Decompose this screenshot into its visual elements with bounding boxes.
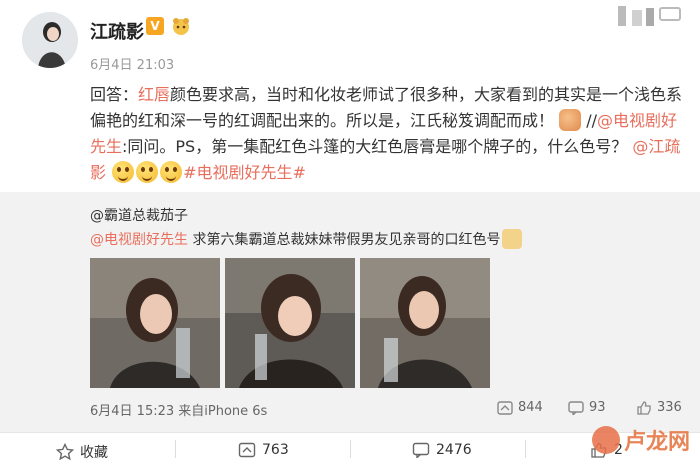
repost-icon — [238, 442, 256, 458]
post-text-question: :同问。PS，第一集配红色斗篷的大红色唇膏是哪个牌子的，什么色号？ — [122, 137, 628, 156]
repost-count: 763 — [262, 442, 289, 458]
smile-emoji-icon — [160, 161, 183, 183]
watermark: 卢龙网 — [591, 424, 690, 456]
quoted-like-count: 336 — [657, 400, 682, 415]
fan-badge-icon — [170, 15, 192, 37]
topic-link-red-lips[interactable]: 红唇 — [138, 85, 170, 104]
comment-icon — [412, 442, 430, 458]
quoted-comment-button[interactable]: 93 — [568, 400, 606, 415]
comment-count: 2476 — [436, 442, 472, 458]
post-text-separator: // — [581, 111, 597, 130]
repost-button[interactable]: 763 — [238, 442, 289, 458]
quoted-repost-count: 844 — [518, 400, 543, 415]
quoted-like-button[interactable]: 336 — [636, 400, 682, 415]
verified-icon: V — [146, 17, 164, 35]
favorite-label: 收藏 — [80, 445, 108, 461]
post-time[interactable]: 6月4日 21:03 — [90, 54, 174, 73]
doge-emoji-icon — [502, 229, 523, 249]
smile-emoji-icon — [136, 161, 159, 183]
hashtag-link[interactable]: #电视剧好先生# — [183, 163, 306, 182]
watermark-text: 卢龙网 — [623, 430, 690, 455]
post-text-answer-label: 回答： — [90, 85, 139, 104]
quoted-comment-count: 93 — [589, 400, 606, 415]
quoted-photo-3[interactable] — [360, 258, 490, 388]
quoted-photo-1[interactable] — [90, 258, 220, 388]
post-text: 回答：红唇颜色要求高，当时和化妆老师试了很多种，大家看到的其实是一个浅色系偏艳的… — [90, 82, 690, 186]
avatar[interactable] — [22, 12, 78, 68]
favorite-button[interactable]: 收藏 — [56, 442, 108, 462]
quoted-mention-link[interactable]: @电视剧好先生 — [90, 232, 188, 248]
comment-icon — [568, 400, 584, 415]
quoted-meta: 6月4日 15:23 来自iPhone 6s — [90, 404, 268, 419]
like-icon — [637, 400, 651, 415]
author-name[interactable]: 江疏影 — [90, 18, 144, 44]
repost-icon — [497, 400, 513, 415]
star-icon — [56, 443, 74, 461]
quoted-text: @电视剧好先生 求第六集霸道总裁妹妹带假男友见亲哥的口红色号 — [90, 229, 523, 249]
divider — [175, 440, 176, 458]
quoted-body: 求第六集霸道总裁妹妹带假男友见亲哥的口红色号 — [188, 232, 501, 248]
smile-emoji-icon — [112, 161, 135, 183]
status-icons — [612, 2, 688, 30]
quoted-author[interactable]: @霸道总裁茄子 — [90, 205, 188, 225]
comment-button[interactable]: 2476 — [412, 442, 472, 458]
divider — [525, 440, 526, 458]
divider — [350, 440, 351, 458]
watermark-logo-icon — [591, 426, 620, 454]
hand-emoji-icon — [559, 109, 582, 131]
quoted-photo-2[interactable] — [225, 258, 355, 388]
quoted-repost-button[interactable]: 844 — [497, 400, 543, 415]
